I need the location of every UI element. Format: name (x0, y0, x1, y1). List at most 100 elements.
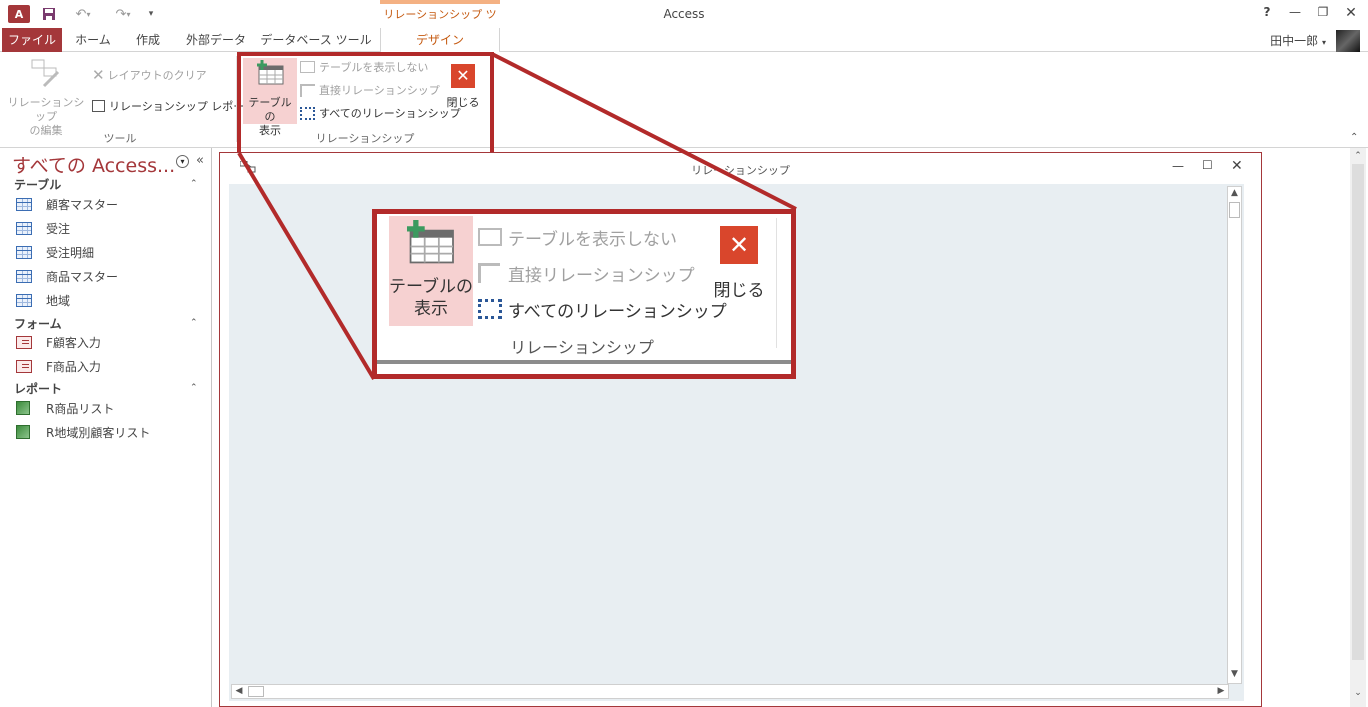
scroll-thumb[interactable] (248, 686, 264, 697)
edit-relationships-label-1: リレーションシップ (7, 96, 85, 123)
list-item-label: 受注明細 (46, 245, 95, 260)
tab-create[interactable]: 作成 (124, 28, 172, 52)
list-item[interactable]: 受注明細 (16, 242, 94, 262)
list-item[interactable]: 商品マスター (16, 266, 118, 286)
table-icon (16, 221, 32, 235)
zoom-direct-relationships: 直接リレーションシップ (478, 260, 695, 286)
scroll-thumb[interactable] (1229, 202, 1240, 218)
list-item[interactable]: R商品リスト (16, 398, 114, 418)
form-icon (16, 335, 32, 349)
nav-collapse-button[interactable]: « (196, 153, 204, 168)
section-collapse-icon[interactable]: ⌃ (190, 318, 198, 328)
scroll-down-icon[interactable]: ▼ (1228, 669, 1241, 679)
zoom-show-table-button: テーブルの 表示 (389, 216, 473, 326)
tab-external-data[interactable]: 外部データ (178, 28, 254, 52)
tab-database-tools[interactable]: データベース ツール (260, 28, 372, 52)
scroll-up-icon[interactable]: ▲ (1228, 188, 1241, 198)
help-button[interactable]: ? (1254, 5, 1280, 23)
zoom-direct-relationships-label: 直接リレーションシップ (508, 265, 695, 286)
table-icon (16, 197, 32, 211)
doc-close-icon[interactable]: ✕ (1231, 158, 1243, 174)
list-item-label: R地域別顧客リスト (46, 425, 151, 440)
collapse-ribbon-icon[interactable]: ⌃ (1350, 132, 1358, 143)
clear-layout-button[interactable]: ✕ レイアウトのクリア (92, 66, 207, 84)
list-item-label: F商品入力 (46, 359, 101, 374)
nav-pane-title[interactable]: すべての Access... (12, 151, 175, 178)
table-icon (16, 293, 32, 307)
clear-layout-icon: ✕ (92, 66, 105, 84)
list-item-label: R商品リスト (46, 401, 115, 416)
minimize-icon[interactable]: — (1282, 5, 1308, 23)
scroll-left-icon[interactable]: ◀ (234, 686, 244, 696)
title-bar: A ↶ ▾ ↷ ▾ ▾ リレーションシップ ツール Access ? — ❐ ✕ (0, 0, 1368, 43)
doc-maximize-icon[interactable]: ☐ (1202, 158, 1213, 172)
nav-menu-chevron-icon[interactable]: ▾ (176, 155, 189, 168)
close-window-icon[interactable]: ✕ (1338, 5, 1364, 23)
relationship-report-button[interactable]: リレーションシップ レポート (92, 97, 255, 115)
list-item[interactable]: 顧客マスター (16, 194, 118, 214)
nav-section-tables[interactable]: テーブル (14, 176, 61, 193)
zoomed-ribbon-callout: テーブルの 表示 テーブルを表示しない 直接リレーションシップ すべてのリレーシ… (372, 209, 796, 379)
zoom-all-relationships: すべてのリレーションシップ (478, 296, 727, 322)
table-icon (16, 245, 32, 259)
restore-icon[interactable]: ❐ (1310, 5, 1336, 23)
navigation-pane: すべての Access... ▾ « テーブル ⌃ 顧客マスター 受注 受注明細… (4, 148, 212, 707)
list-item-label: 顧客マスター (46, 197, 119, 212)
zoom-show-table-label-1: テーブルの (389, 277, 473, 297)
doc-minimize-icon[interactable]: — (1172, 159, 1184, 173)
scroll-thumb[interactable] (1352, 164, 1364, 660)
section-collapse-icon[interactable]: ⌃ (190, 179, 198, 189)
table-icon (16, 269, 32, 283)
direct-relationships-icon (478, 263, 500, 283)
ribbon-bottom-border (377, 360, 791, 364)
report-icon (16, 401, 30, 415)
zoom-all-relationships-label: すべてのリレーションシップ (508, 301, 727, 322)
tab-design[interactable]: デザイン (380, 28, 500, 53)
list-item[interactable]: F顧客入力 (16, 332, 101, 352)
document-title: リレーションシップ (691, 164, 790, 177)
group-separator (776, 218, 777, 348)
canvas-horizontal-scrollbar[interactable]: ◀ ▶ (231, 684, 1229, 699)
scroll-up-icon[interactable]: ⌃ (1352, 151, 1364, 161)
form-icon (16, 359, 32, 373)
list-item-label: 商品マスター (46, 269, 119, 284)
report-icon (16, 425, 30, 439)
close-icon: ✕ (720, 226, 758, 264)
zoom-hide-table-label: テーブルを表示しない (508, 229, 677, 250)
edit-relationships-button[interactable]: リレーションシップ の編集 (4, 56, 88, 137)
highlight-box-ribbon (237, 52, 494, 156)
relationship-report-icon (92, 100, 105, 112)
zoom-hide-table: テーブルを表示しない (478, 224, 677, 250)
edit-relationships-icon (30, 58, 62, 91)
show-table-icon (403, 220, 457, 269)
list-item[interactable]: 地域 (16, 290, 70, 310)
section-collapse-icon[interactable]: ⌃ (190, 383, 198, 393)
scroll-right-icon[interactable]: ▶ (1216, 686, 1226, 696)
hide-table-icon (478, 228, 502, 246)
nav-section-forms[interactable]: フォーム (14, 315, 62, 332)
canvas-vertical-scrollbar[interactable]: ▲ ▼ (1227, 186, 1242, 684)
tools-group-label: ツール (103, 132, 137, 145)
tab-home[interactable]: ホーム (66, 28, 120, 52)
ribbon: リレーションシップ の編集 ✕ レイアウトのクリア リレーションシップ レポート… (0, 52, 1368, 148)
zoom-show-table-label-2: 表示 (414, 299, 448, 319)
clear-layout-label: レイアウトのクリア (107, 69, 207, 82)
all-relationships-icon (478, 299, 502, 319)
ribbon-tabs: ファイル ホーム 作成 外部データ データベース ツール デザイン 田中一郎 ▾ (0, 28, 1368, 53)
zoom-close-label: 閉じる (713, 281, 765, 301)
list-item[interactable]: 受注 (16, 218, 70, 238)
zoom-close-button: ✕ 閉じる (709, 226, 769, 306)
list-item-label: F顧客入力 (46, 335, 101, 350)
window-title: Access (663, 7, 705, 21)
avatar[interactable] (1336, 30, 1360, 52)
relationship-report-label: リレーションシップ レポート (109, 100, 256, 113)
list-item[interactable]: F商品入力 (16, 356, 101, 376)
tab-file[interactable]: ファイル (2, 28, 62, 52)
user-name[interactable]: 田中一郎 ▾ (1270, 32, 1326, 49)
scroll-down-icon[interactable]: ⌄ (1352, 688, 1364, 698)
list-item-label: 受注 (46, 221, 71, 236)
zoom-group-label: リレーションシップ (510, 338, 654, 357)
list-item[interactable]: R地域別顧客リスト (16, 422, 150, 442)
nav-section-reports[interactable]: レポート (14, 380, 62, 397)
main-vertical-scrollbar[interactable]: ⌃ ⌄ (1350, 148, 1366, 707)
